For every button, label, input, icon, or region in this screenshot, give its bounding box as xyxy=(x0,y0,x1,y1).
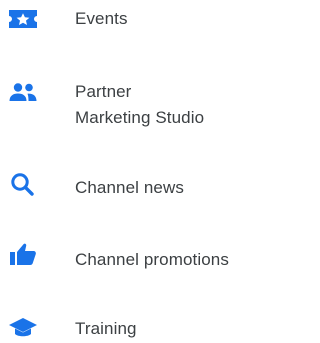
menu-item-training[interactable]: Training xyxy=(0,316,278,342)
thumbs-up-icon xyxy=(8,242,38,266)
menu-item-label: Training xyxy=(75,319,137,338)
menu-item-label: Events xyxy=(75,9,128,28)
menu-item-label: Partner Marketing Studio xyxy=(75,79,204,131)
graduation-cap-icon xyxy=(8,315,38,339)
menu-item-label: Channel news xyxy=(75,178,184,197)
menu-item-channel-news[interactable]: Channel news xyxy=(0,172,278,200)
menu-item-partner-marketing-studio[interactable]: Partner Marketing Studio xyxy=(0,79,278,131)
people-icon xyxy=(8,81,38,105)
menu-item-label-line1: Partner xyxy=(75,82,132,101)
star-ticket-icon xyxy=(8,7,38,31)
menu-item-channel-promotions[interactable]: Channel promotions xyxy=(0,243,278,272)
search-icon xyxy=(8,172,38,196)
menu-item-label-line2: Marketing Studio xyxy=(75,108,205,127)
menu-item-label: Channel promotions xyxy=(75,250,229,269)
resource-menu: Events Partner Marketing Studio Channel … xyxy=(0,0,278,343)
menu-item-events[interactable]: Events xyxy=(0,6,278,32)
